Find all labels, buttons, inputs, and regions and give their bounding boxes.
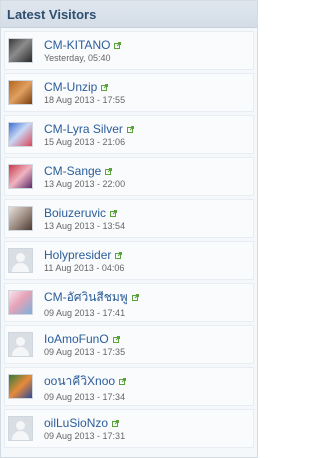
external-link-icon[interactable]: [114, 41, 122, 49]
visit-time: 09 Aug 2013 - 17:31: [44, 431, 126, 441]
external-link-icon[interactable]: [110, 209, 118, 217]
visit-time: 11 Aug 2013 - 04:06: [44, 263, 125, 273]
visitor-name-link[interactable]: ooนาคีวิXnoo: [44, 372, 115, 391]
latest-visitors-widget: Latest Visitors CM-KITANO Yesterday, 05:…: [0, 0, 258, 458]
default-avatar-icon[interactable]: [8, 248, 33, 273]
visitor-name-link[interactable]: CM-KITANO: [44, 38, 110, 52]
visitor-info: Holypresider 11 Aug 2013 - 04:06: [44, 248, 124, 273]
visitor-name-link[interactable]: CM-Lyra Silver: [44, 122, 123, 136]
visit-time: 09 Aug 2013 - 17:41: [44, 307, 126, 318]
external-link-icon[interactable]: [105, 167, 113, 175]
visitor-info: oilLuSioNzo 09 Aug 2013 - 17:31: [44, 416, 125, 441]
name-line: Holypresider: [44, 248, 124, 262]
widget-header: Latest Visitors: [1, 1, 257, 28]
visitor-row: CM-Lyra Silver 15 Aug 2013 - 21:06: [4, 115, 254, 154]
widget-title: Latest Visitors: [7, 6, 97, 22]
name-line: IoAmoFunO: [44, 332, 125, 346]
external-link-icon[interactable]: [115, 251, 123, 259]
external-link-icon[interactable]: [119, 377, 127, 385]
visit-time: 18 Aug 2013 - 17:55: [44, 95, 126, 105]
visitor-name-link[interactable]: Holypresider: [44, 248, 111, 262]
name-line: CM-Unzip: [44, 80, 125, 94]
name-line: oilLuSioNzo: [44, 416, 125, 430]
visitor-avatar[interactable]: [8, 38, 33, 63]
visitor-avatar[interactable]: [8, 290, 33, 315]
visitor-info: CM-Sange 13 Aug 2013 - 22:00: [44, 164, 125, 189]
visitor-row: CM-Unzip 18 Aug 2013 - 17:55: [4, 73, 254, 112]
visit-time: Yesterday, 05:40: [44, 53, 111, 63]
name-line: CM-Sange: [44, 164, 125, 178]
visitor-name-link[interactable]: IoAmoFunO: [44, 332, 109, 346]
name-line: CM-Lyra Silver: [44, 122, 134, 136]
name-line: CM-อัศวินสีชมพู: [44, 288, 139, 307]
visitor-info: CM-อัศวินสีชมพู 09 Aug 2013 - 17:41: [44, 288, 139, 318]
visitor-list: CM-KITANO Yesterday, 05:40 CM-Unzip 18 A…: [1, 31, 257, 448]
external-link-icon[interactable]: [126, 125, 134, 133]
visit-time: 09 Aug 2013 - 17:35: [44, 347, 126, 357]
visitor-row: CM-Sange 13 Aug 2013 - 22:00: [4, 157, 254, 196]
visitor-name-link[interactable]: CM-อัศวินสีชมพู: [44, 288, 128, 307]
visitor-row: CM-อัศวินสีชมพู 09 Aug 2013 - 17:41: [4, 283, 254, 322]
visitor-avatar[interactable]: [8, 122, 33, 147]
visitor-info: CM-Unzip 18 Aug 2013 - 17:55: [44, 80, 125, 105]
visitor-row: IoAmoFunO 09 Aug 2013 - 17:35: [4, 325, 254, 364]
visitor-avatar[interactable]: [8, 80, 33, 105]
visitor-info: CM-Lyra Silver 15 Aug 2013 - 21:06: [44, 122, 134, 147]
visit-time: 09 Aug 2013 - 17:34: [44, 391, 126, 402]
visitor-row: ooนาคีวิXnoo 09 Aug 2013 - 17:34: [4, 367, 254, 406]
visitor-row: Boiuzeruvic 13 Aug 2013 - 13:54: [4, 199, 254, 238]
name-line: Boiuzeruvic: [44, 206, 125, 220]
visitor-avatar[interactable]: [8, 374, 33, 399]
visit-time: 13 Aug 2013 - 22:00: [44, 179, 126, 189]
visitor-row: Holypresider 11 Aug 2013 - 04:06: [4, 241, 254, 280]
external-link-icon[interactable]: [112, 335, 120, 343]
visitor-info: ooนาคีวิXnoo 09 Aug 2013 - 17:34: [44, 372, 127, 402]
visitor-info: CM-KITANO Yesterday, 05:40: [44, 38, 122, 63]
visitor-info: Boiuzeruvic 13 Aug 2013 - 13:54: [44, 206, 125, 231]
visitor-name-link[interactable]: oilLuSioNzo: [44, 416, 108, 430]
name-line: CM-KITANO: [44, 38, 122, 52]
visitor-info: IoAmoFunO 09 Aug 2013 - 17:35: [44, 332, 125, 357]
visitor-avatar[interactable]: [8, 164, 33, 189]
visit-time: 15 Aug 2013 - 21:06: [44, 137, 126, 147]
visitor-name-link[interactable]: CM-Unzip: [44, 80, 97, 94]
name-line: ooนาคีวิXnoo: [44, 372, 127, 391]
external-link-icon[interactable]: [131, 293, 139, 301]
default-avatar-icon[interactable]: [8, 332, 33, 357]
visitor-name-link[interactable]: CM-Sange: [44, 164, 101, 178]
visit-time: 13 Aug 2013 - 13:54: [44, 221, 126, 231]
visitor-avatar[interactable]: [8, 206, 33, 231]
visitor-name-link[interactable]: Boiuzeruvic: [44, 206, 106, 220]
default-avatar-icon[interactable]: [8, 416, 33, 441]
visitor-row: CM-KITANO Yesterday, 05:40: [4, 31, 254, 70]
external-link-icon[interactable]: [112, 419, 120, 427]
external-link-icon[interactable]: [101, 83, 109, 91]
visitor-row: oilLuSioNzo 09 Aug 2013 - 17:31: [4, 409, 254, 448]
